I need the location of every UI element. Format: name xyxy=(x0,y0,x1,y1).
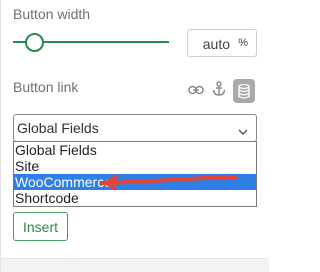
button-width-value: auto xyxy=(202,36,230,52)
button-width-label: Button width xyxy=(13,6,91,22)
button-width-input[interactable]: auto % xyxy=(187,29,257,57)
insert-button[interactable]: Insert xyxy=(13,212,68,241)
option-shortcode[interactable]: Shortcode xyxy=(14,190,256,206)
database-icon[interactable] xyxy=(233,79,255,103)
button-link-label: Button link xyxy=(13,79,79,95)
button-width-unit: % xyxy=(238,37,248,49)
source-dropdown-list: Global Fields Site WooCommerce Shortcode xyxy=(13,141,257,207)
option-woocommerce[interactable]: WooCommerce xyxy=(14,174,256,190)
settings-panel: Button width auto % Button link Global F… xyxy=(0,0,269,272)
source-select[interactable]: Global Fields xyxy=(13,114,257,142)
anchor-icon[interactable] xyxy=(211,80,227,98)
slider-handle[interactable] xyxy=(25,33,44,52)
chevron-down-icon xyxy=(238,123,248,141)
option-site[interactable]: Site xyxy=(14,158,256,174)
select-current-value: Global Fields xyxy=(17,120,99,136)
option-global-fields[interactable]: Global Fields xyxy=(14,142,256,158)
panel-divider xyxy=(1,258,269,272)
link-icon[interactable] xyxy=(187,82,205,98)
